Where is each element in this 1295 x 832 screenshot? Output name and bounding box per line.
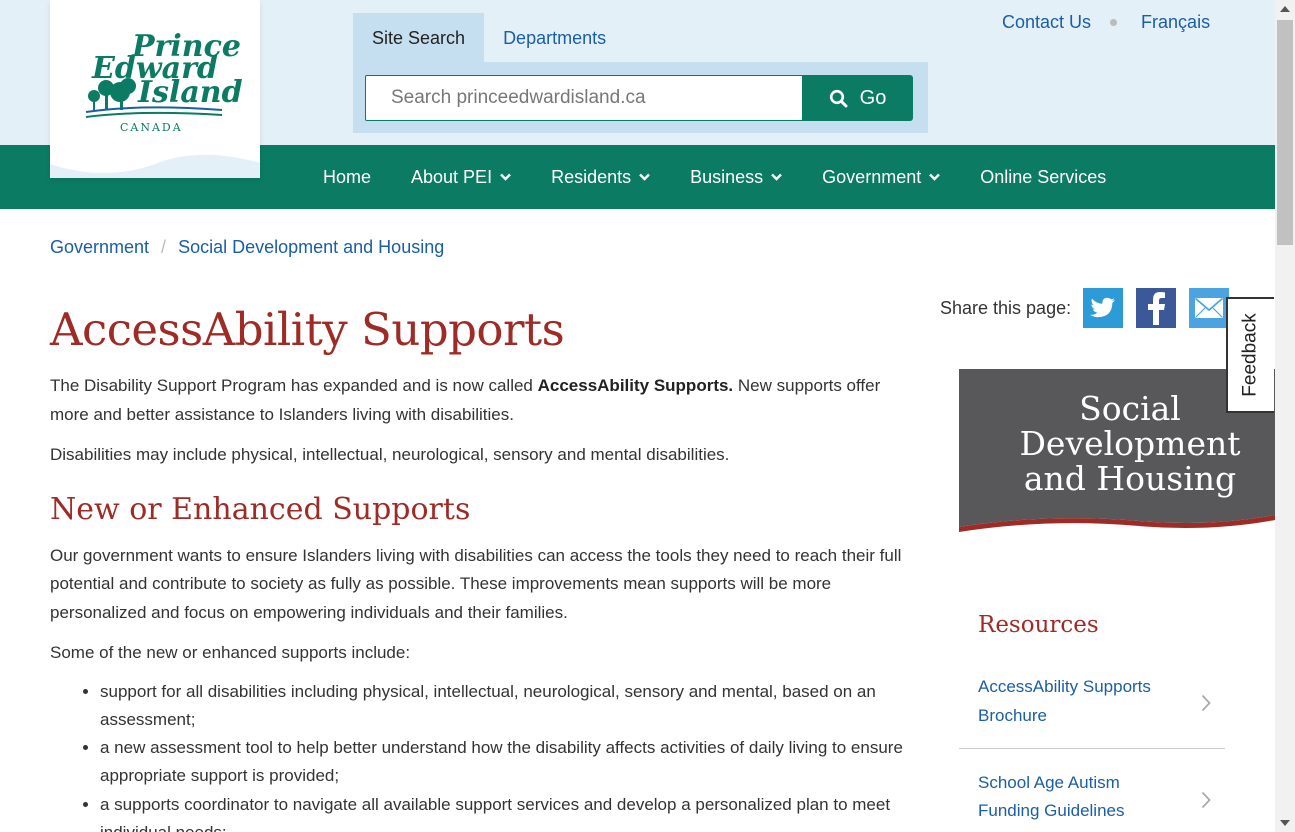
facebook-share-button[interactable]: [1136, 288, 1177, 328]
scroll-up-arrow-icon[interactable]: [1280, 6, 1290, 12]
page-scrollbar[interactable]: [1275, 0, 1295, 832]
list-item: support for all disabilities including p…: [100, 678, 920, 735]
intro-paragraph: The Disability Support Program has expan…: [50, 372, 920, 429]
resource-link-text[interactable]: Funding Guidelines: [978, 796, 1124, 825]
logo-graphic: Prince Edward Island CANADA: [50, 0, 260, 178]
site-logo[interactable]: Prince Edward Island CANADA: [50, 0, 260, 178]
share-label: Share this page:: [940, 297, 1072, 318]
utility-links: Contact Us Français: [1002, 12, 1210, 33]
resources-heading: Resources: [978, 612, 1099, 638]
resource-link-text[interactable]: AccessAbility Supports: [978, 672, 1151, 701]
page-title: AccessAbility Supports: [50, 303, 565, 356]
department-card-wave: [959, 515, 1275, 545]
section-title: New or Enhanced Supports: [50, 491, 471, 527]
list-item: a supports coordinator to navigate all a…: [100, 791, 920, 832]
search-icon: [829, 89, 848, 107]
twitter-share-button[interactable]: [1083, 288, 1124, 328]
breadcrumb-social-development[interactable]: Social Development and Housing: [178, 237, 444, 258]
search-input[interactable]: [365, 75, 803, 121]
chevron-down-icon: [771, 173, 783, 181]
nav-label: About PEI: [411, 166, 493, 187]
chevron-right-icon: [1201, 694, 1211, 712]
department-title-line: and Housing: [1023, 459, 1237, 498]
main-content: AccessAbility Supports The Disability Su…: [50, 300, 920, 832]
tab-departments[interactable]: Departments: [484, 13, 625, 63]
search-tabs: Site Search Departments: [353, 13, 625, 63]
intro-text-start: The Disability Support Program has expan…: [50, 376, 538, 395]
search-go-button[interactable]: Go: [802, 75, 913, 121]
language-toggle-link[interactable]: Français: [1141, 12, 1210, 33]
nav-label: Home: [323, 166, 372, 187]
department-title-line: Development: [1019, 424, 1241, 463]
scrollbar-thumb[interactable]: [1277, 20, 1293, 245]
list-item: a new assessment tool to help better und…: [100, 734, 920, 791]
chevron-down-icon: [929, 173, 941, 181]
nav-item-home[interactable]: Home: [303, 145, 391, 209]
separator-dot: [1110, 19, 1118, 26]
resource-divider: [959, 748, 1225, 749]
section-paragraph: Our government wants to ensure Islanders…: [50, 545, 902, 622]
email-share-button[interactable]: [1189, 288, 1230, 328]
scroll-down-arrow-icon[interactable]: [1280, 820, 1290, 826]
share-bar: Share this page:: [940, 288, 1230, 328]
chevron-right-icon: [1201, 791, 1211, 809]
email-icon: [1195, 297, 1224, 318]
chevron-down-icon: [639, 173, 650, 181]
breadcrumb-separator: /: [161, 237, 167, 257]
nav-item-government[interactable]: Government: [802, 145, 960, 209]
nav-label: Government: [822, 166, 922, 187]
disabilities-paragraph: Disabilities may include physical, intel…: [50, 445, 730, 464]
breadcrumb-government[interactable]: Government: [50, 237, 149, 258]
nav-label: Residents: [551, 166, 632, 187]
chevron-down-icon: [500, 173, 511, 181]
feedback-label: Feedback: [1240, 313, 1262, 397]
resource-link-text[interactable]: Brochure: [978, 701, 1047, 730]
logo-word-3: Island: [137, 75, 243, 110]
contact-us-link[interactable]: Contact Us: [1002, 12, 1091, 33]
facebook-icon: [1148, 292, 1166, 325]
logo-country: CANADA: [120, 121, 183, 134]
breadcrumb: Government / Social Development and Hous…: [50, 237, 444, 258]
supports-list: support for all disabilities including p…: [50, 678, 920, 832]
resource-link-autism-funding[interactable]: School Age Autism Funding Guidelines: [959, 768, 1225, 828]
nav-label: Online Services: [980, 166, 1107, 187]
feedback-tab[interactable]: Feedback: [1226, 297, 1274, 413]
tab-site-search[interactable]: Site Search: [353, 13, 485, 63]
nav-label: Business: [690, 166, 764, 187]
nav-item-online-services[interactable]: Online Services: [960, 145, 1126, 209]
search-panel: Go: [353, 62, 928, 133]
intro-bold-text: AccessAbility Supports.: [537, 376, 734, 395]
nav-item-about-pei[interactable]: About PEI: [391, 145, 531, 209]
nav-item-residents[interactable]: Residents: [531, 145, 670, 209]
twitter-icon: [1090, 297, 1116, 318]
nav-item-business[interactable]: Business: [670, 145, 802, 209]
resource-link-text[interactable]: School Age Autism: [978, 768, 1120, 797]
go-label: Go: [859, 86, 887, 109]
list-intro: Some of the new or enhanced supports inc…: [50, 643, 411, 662]
resource-link-brochure[interactable]: AccessAbility Supports Brochure: [959, 672, 1225, 732]
